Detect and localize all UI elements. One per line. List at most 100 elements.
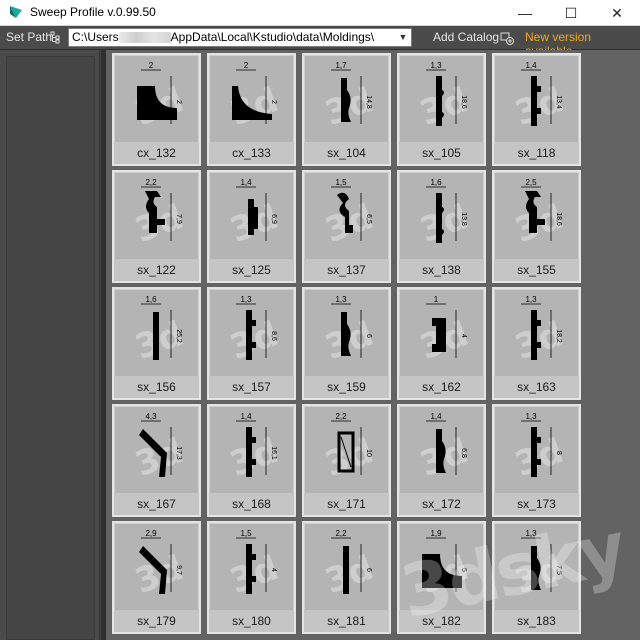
profile-tile[interactable]: 3d14sx_162 bbox=[397, 287, 486, 400]
height-dimension-label: 6,9 bbox=[270, 214, 277, 224]
profile-thumbnail: 3d 1,5 4 bbox=[210, 524, 293, 611]
close-button[interactable]: ✕ bbox=[594, 0, 640, 26]
height-dimension-label: 7,9 bbox=[175, 214, 182, 224]
profile-tile[interactable]: 3d 2,9 9,7 sx_179 bbox=[112, 521, 201, 634]
profile-tile[interactable]: 3d 2 2 cx_133 bbox=[207, 53, 296, 166]
profile-tile[interactable]: 3d1,46,8sx_172 bbox=[397, 404, 486, 517]
profile-tile[interactable]: 3d 1,3 18,2 sx_163 bbox=[492, 287, 581, 400]
profile-thumbnail: 3d 1,3 8 bbox=[495, 407, 578, 494]
height-dimension-label: 25,2 bbox=[175, 329, 182, 343]
path-suffix: AppData\Local\Kstudio\data\Moldings\ bbox=[170, 30, 375, 44]
profile-thumbnail: 3d 1,4 13,4 bbox=[495, 56, 578, 143]
width-dimension-label: 1,3 bbox=[525, 412, 537, 421]
profile-name: cx_133 bbox=[209, 142, 294, 164]
width-dimension-label: 1,9 bbox=[430, 529, 442, 538]
profile-tile[interactable]: 3d 1,3 8 sx_173 bbox=[492, 404, 581, 517]
width-dimension-label: 1 bbox=[434, 295, 439, 304]
svg-text:3d: 3d bbox=[320, 431, 379, 485]
profile-tile[interactable]: 3d 1,3 18,6 sx_105 bbox=[397, 53, 486, 166]
height-dimension-label: 10 bbox=[365, 449, 372, 457]
height-dimension-label: 13,8 bbox=[460, 212, 467, 226]
profile-name: sx_168 bbox=[209, 493, 294, 515]
height-dimension-label: 9,7 bbox=[175, 565, 182, 575]
width-dimension-label: 1,3 bbox=[240, 295, 252, 304]
profile-tile[interactable]: 3d 1,4 16,1 sx_168 bbox=[207, 404, 296, 517]
molding-profile-icon: 3d22 bbox=[130, 61, 189, 134]
height-dimension-label: 8 bbox=[555, 451, 562, 455]
profile-thumbnail: 3d 1,4 16,1 bbox=[210, 407, 293, 494]
catalog-tree[interactable] bbox=[6, 56, 95, 640]
profile-name: sx_105 bbox=[399, 142, 484, 164]
profile-tile[interactable]: 3d1,95sx_182 bbox=[397, 521, 486, 634]
width-dimension-label: 1,5 bbox=[335, 178, 347, 187]
profile-tile[interactable]: 3d 1,5 4 sx_180 bbox=[207, 521, 296, 634]
profile-tile[interactable]: 3d 1,6 13,8 sx_138 bbox=[397, 170, 486, 283]
profile-tile[interactable]: 3d1,36sx_159 bbox=[302, 287, 391, 400]
profile-thumbnail: 3d2,518,6 bbox=[495, 173, 578, 260]
width-dimension-label: 2,2 bbox=[335, 412, 347, 421]
profile-name: sx_104 bbox=[304, 142, 389, 164]
molding-profile-icon: 3d1,46,9 bbox=[225, 178, 284, 251]
profile-name: sx_162 bbox=[399, 376, 484, 398]
molding-profile-icon: 3d1,38 bbox=[510, 412, 569, 485]
profile-tile[interactable]: 3d22cx_132 bbox=[112, 53, 201, 166]
width-dimension-label: 4,3 bbox=[145, 412, 157, 421]
minimize-button[interactable]: — bbox=[502, 0, 548, 26]
width-dimension-label: 1,3 bbox=[525, 529, 537, 538]
profile-tile[interactable]: 3d 2,2 10 sx_171 bbox=[302, 404, 391, 517]
width-dimension-label: 2 bbox=[244, 61, 249, 70]
folder-tree-icon[interactable] bbox=[50, 31, 62, 44]
height-dimension-label: 2 bbox=[270, 100, 277, 104]
profile-tile[interactable]: 3d1,37,5sx_183 bbox=[492, 521, 581, 634]
profile-thumbnail: 3d1,46,8 bbox=[400, 407, 483, 494]
molding-profile-icon: 3d1,46,8 bbox=[415, 412, 474, 485]
profile-name: sx_173 bbox=[494, 493, 579, 515]
height-dimension-label: 6 bbox=[365, 568, 372, 572]
profile-tile[interactable]: 3d2,27,9 sx_122 bbox=[112, 170, 201, 283]
profile-tile[interactable]: 3d2,518,6sx_155 bbox=[492, 170, 581, 283]
set-path-button[interactable]: Set Path bbox=[6, 30, 52, 44]
profile-tile[interactable]: 3d 2,2 6 sx_181 bbox=[302, 521, 391, 634]
profile-thumbnail: 3d 1,6 13,8 bbox=[400, 173, 483, 260]
molding-profile-icon: 3d2,99,7 bbox=[130, 529, 189, 602]
profile-thumbnail: 3d2,27,9 bbox=[115, 173, 198, 260]
profile-name: sx_163 bbox=[494, 376, 579, 398]
profile-thumbnail: 3d14 bbox=[400, 290, 483, 377]
molding-profile-icon: 3d1,38,6 bbox=[225, 295, 284, 368]
profile-name: sx_118 bbox=[494, 142, 579, 164]
molding-profile-icon: 3d1,318,6 bbox=[415, 61, 474, 134]
profile-tile[interactable]: 3d 1,5 6,5 sx_137 bbox=[302, 170, 391, 283]
profile-tile[interactable]: 3d 1,3 8,6 sx_157 bbox=[207, 287, 296, 400]
profile-name: sx_138 bbox=[399, 259, 484, 281]
molding-profile-icon: 3d2,27,9 bbox=[130, 178, 189, 251]
profile-thumbnail: 3d22 bbox=[210, 56, 293, 143]
profile-thumbnail: 3d 1,3 18,2 bbox=[495, 290, 578, 377]
profile-thumbnail: 3d 4,3 17,3 bbox=[115, 407, 198, 494]
profile-grid: 3d22cx_1323d22cx_1333d1,714,8sx_1043d1,3… bbox=[112, 53, 581, 634]
path-select[interactable]: C:\Users AppData\Local\Kstudio\data\Moldi… bbox=[68, 28, 412, 47]
chevron-down-icon[interactable]: ▼ bbox=[395, 29, 411, 46]
profile-name: sx_157 bbox=[209, 376, 294, 398]
profile-tile[interactable]: 3d 1,6 25,2 sx_156 bbox=[112, 287, 201, 400]
width-dimension-label: 1,3 bbox=[430, 61, 442, 70]
profile-thumbnail: 3d1,36 bbox=[305, 290, 388, 377]
profile-tile[interactable]: 3d 1,4 13,4 sx_118 bbox=[492, 53, 581, 166]
add-catalog-button[interactable]: Add Catalog bbox=[433, 30, 499, 44]
profile-tile[interactable]: 3d1,714,8sx_104 bbox=[302, 53, 391, 166]
profile-name: sx_159 bbox=[304, 376, 389, 398]
width-dimension-label: 1,6 bbox=[145, 295, 157, 304]
catalog-add-icon[interactable] bbox=[500, 31, 514, 45]
height-dimension-label: 14,8 bbox=[365, 95, 372, 109]
profile-name: sx_171 bbox=[304, 493, 389, 515]
profile-tile[interactable]: 3d 4,3 17,3 sx_167 bbox=[112, 404, 201, 517]
width-dimension-label: 1,4 bbox=[525, 61, 537, 70]
title-bar[interactable]: Sweep Profile v.0.99.50 — ☐ ✕ bbox=[0, 0, 640, 26]
profile-thumbnail: 3d 1,6 25,2 bbox=[115, 290, 198, 377]
maximize-button[interactable]: ☐ bbox=[548, 0, 594, 26]
molding-profile-icon: 3d1,37,5 bbox=[510, 529, 569, 602]
profile-thumbnail: 3d22 bbox=[115, 56, 198, 143]
profile-name: sx_122 bbox=[114, 259, 199, 281]
width-dimension-label: 1,3 bbox=[525, 295, 537, 304]
profile-tile[interactable]: 3d1,46,9sx_125 bbox=[207, 170, 296, 283]
profile-grid-area[interactable]: 3d22cx_1323d22cx_1333d1,714,8sx_1043d1,3… bbox=[106, 50, 640, 640]
